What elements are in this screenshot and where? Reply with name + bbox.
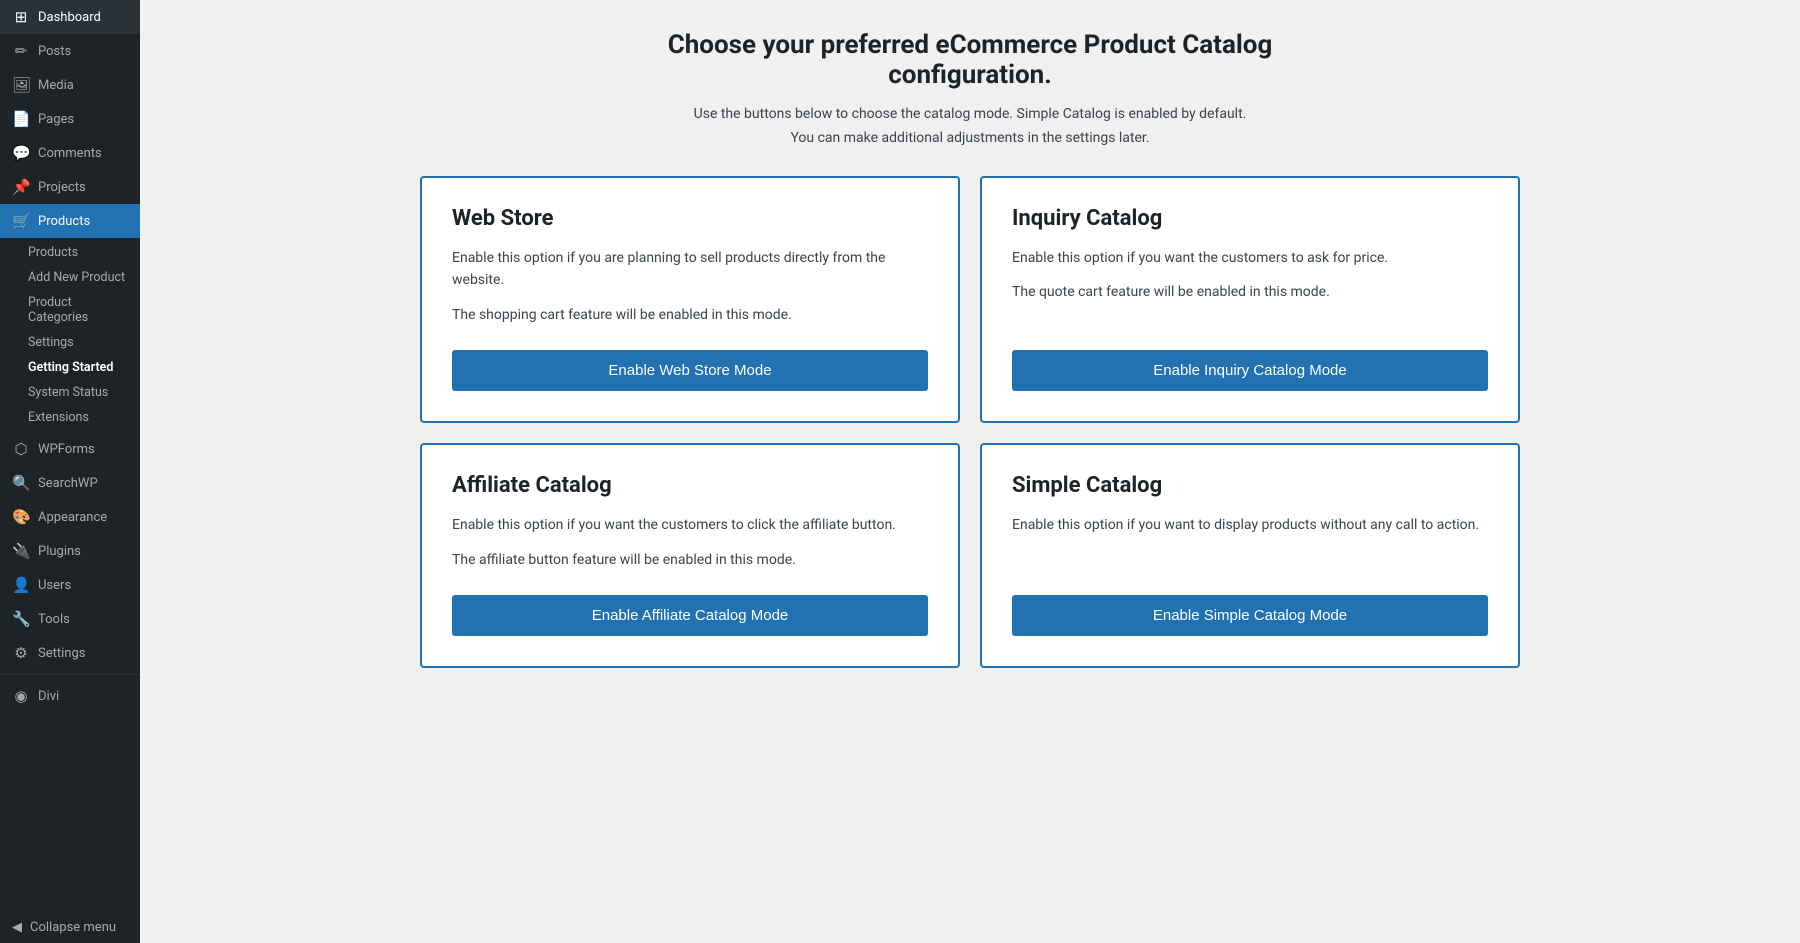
collapse-icon: ◀ <box>12 920 22 935</box>
submenu-system-status[interactable]: System Status <box>0 380 140 405</box>
submenu-product-categories[interactable]: Product Categories <box>0 290 140 330</box>
simple-catalog-desc1: Enable this option if you want to displa… <box>1012 514 1488 536</box>
web-store-title: Web Store <box>452 206 928 231</box>
simple-catalog-card: Simple Catalog Enable this option if you… <box>980 443 1520 668</box>
appearance-icon: 🎨 <box>12 508 30 526</box>
submenu-products[interactable]: Products <box>0 240 140 265</box>
enable-simple-catalog-button[interactable]: Enable Simple Catalog Mode <box>1012 595 1488 636</box>
sidebar-item-settings[interactable]: ⚙ Settings <box>0 636 140 670</box>
submenu-settings[interactable]: Settings <box>0 330 140 355</box>
inquiry-catalog-card: Inquiry Catalog Enable this option if yo… <box>980 176 1520 423</box>
sidebar-item-label: Dashboard <box>38 10 101 25</box>
comments-icon: 💬 <box>12 144 30 162</box>
sidebar-item-pages[interactable]: 📄 Pages <box>0 102 140 136</box>
sidebar-item-label: Settings <box>38 646 85 661</box>
media-icon: 🖼 <box>12 76 30 94</box>
sidebar-item-label: Plugins <box>38 544 81 559</box>
sidebar-item-products[interactable]: 🛒 Products <box>0 204 140 238</box>
affiliate-catalog-desc2: The affiliate button feature will be ena… <box>452 549 928 571</box>
sidebar-item-divi[interactable]: ◉ Divi <box>0 679 140 713</box>
inquiry-catalog-desc1: Enable this option if you want the custo… <box>1012 247 1488 269</box>
sidebar-item-label: Products <box>38 214 90 229</box>
page-title: Choose your preferred eCommerce Product … <box>180 30 1760 90</box>
collapse-label: Collapse menu <box>30 920 116 935</box>
tools-icon: 🔧 <box>12 610 30 628</box>
affiliate-catalog-desc1: Enable this option if you want the custo… <box>452 514 928 536</box>
sidebar-item-label: Tools <box>38 612 70 627</box>
sidebar-item-users[interactable]: 👤 Users <box>0 568 140 602</box>
settings-icon: ⚙ <box>12 644 30 662</box>
sidebar-item-label: Comments <box>38 146 102 161</box>
sidebar-item-posts[interactable]: ✏ Posts <box>0 34 140 68</box>
sidebar-item-label: Posts <box>38 44 71 59</box>
users-icon: 👤 <box>12 576 30 594</box>
page-subtitle: Use the buttons below to choose the cata… <box>180 106 1760 122</box>
sidebar-item-comments[interactable]: 💬 Comments <box>0 136 140 170</box>
affiliate-catalog-card: Affiliate Catalog Enable this option if … <box>420 443 960 668</box>
inquiry-catalog-title: Inquiry Catalog <box>1012 206 1488 231</box>
sidebar-item-projects[interactable]: 📌 Projects <box>0 170 140 204</box>
pages-icon: 📄 <box>12 110 30 128</box>
web-store-card: Web Store Enable this option if you are … <box>420 176 960 423</box>
sidebar-item-label: WPForms <box>38 442 95 457</box>
projects-icon: 📌 <box>12 178 30 196</box>
sidebar-item-appearance[interactable]: 🎨 Appearance <box>0 500 140 534</box>
sidebar-item-wpforms[interactable]: ⬡ WPForms <box>0 432 140 466</box>
sidebar-item-label: Pages <box>38 112 74 127</box>
plugins-icon: 🔌 <box>12 542 30 560</box>
products-submenu: Products Add New Product Product Categor… <box>0 238 140 432</box>
products-icon: 🛒 <box>12 212 30 230</box>
submenu-add-new-product[interactable]: Add New Product <box>0 265 140 290</box>
catalog-cards-grid: Web Store Enable this option if you are … <box>420 176 1520 668</box>
enable-affiliate-catalog-button[interactable]: Enable Affiliate Catalog Mode <box>452 595 928 636</box>
divi-icon: ◉ <box>12 687 30 705</box>
sidebar-item-label: Divi <box>38 689 59 704</box>
sidebar-item-plugins[interactable]: 🔌 Plugins <box>0 534 140 568</box>
main-content: Choose your preferred eCommerce Product … <box>140 0 1800 943</box>
submenu-extensions[interactable]: Extensions <box>0 405 140 430</box>
web-store-desc2: The shopping cart feature will be enable… <box>452 304 928 326</box>
dashboard-icon: ⊞ <box>12 8 30 26</box>
sidebar-item-media[interactable]: 🖼 Media <box>0 68 140 102</box>
sidebar-divider <box>0 674 140 675</box>
collapse-menu-button[interactable]: ◀ Collapse menu <box>0 912 140 943</box>
affiliate-catalog-title: Affiliate Catalog <box>452 473 928 498</box>
sidebar-item-label: Media <box>38 78 74 93</box>
sidebar-item-label: SearchWP <box>38 476 98 491</box>
posts-icon: ✏ <box>12 42 30 60</box>
sidebar-item-label: Users <box>38 578 71 593</box>
submenu-getting-started[interactable]: Getting Started <box>0 355 140 380</box>
page-note: You can make additional adjustments in t… <box>180 130 1760 146</box>
wpforms-icon: ⬡ <box>12 440 30 458</box>
sidebar-item-label: Appearance <box>38 510 107 525</box>
sidebar-item-searchwp[interactable]: 🔍 SearchWP <box>0 466 140 500</box>
inquiry-catalog-desc2: The quote cart feature will be enabled i… <box>1012 281 1488 303</box>
enable-web-store-button[interactable]: Enable Web Store Mode <box>452 350 928 391</box>
sidebar-item-tools[interactable]: 🔧 Tools <box>0 602 140 636</box>
searchwp-icon: 🔍 <box>12 474 30 492</box>
sidebar-item-label: Projects <box>38 180 86 195</box>
sidebar: ⊞ Dashboard ✏ Posts 🖼 Media 📄 Pages 💬 Co… <box>0 0 140 943</box>
simple-catalog-title: Simple Catalog <box>1012 473 1488 498</box>
sidebar-item-dashboard[interactable]: ⊞ Dashboard <box>0 0 140 34</box>
web-store-desc1: Enable this option if you are planning t… <box>452 247 928 292</box>
enable-inquiry-catalog-button[interactable]: Enable Inquiry Catalog Mode <box>1012 350 1488 391</box>
